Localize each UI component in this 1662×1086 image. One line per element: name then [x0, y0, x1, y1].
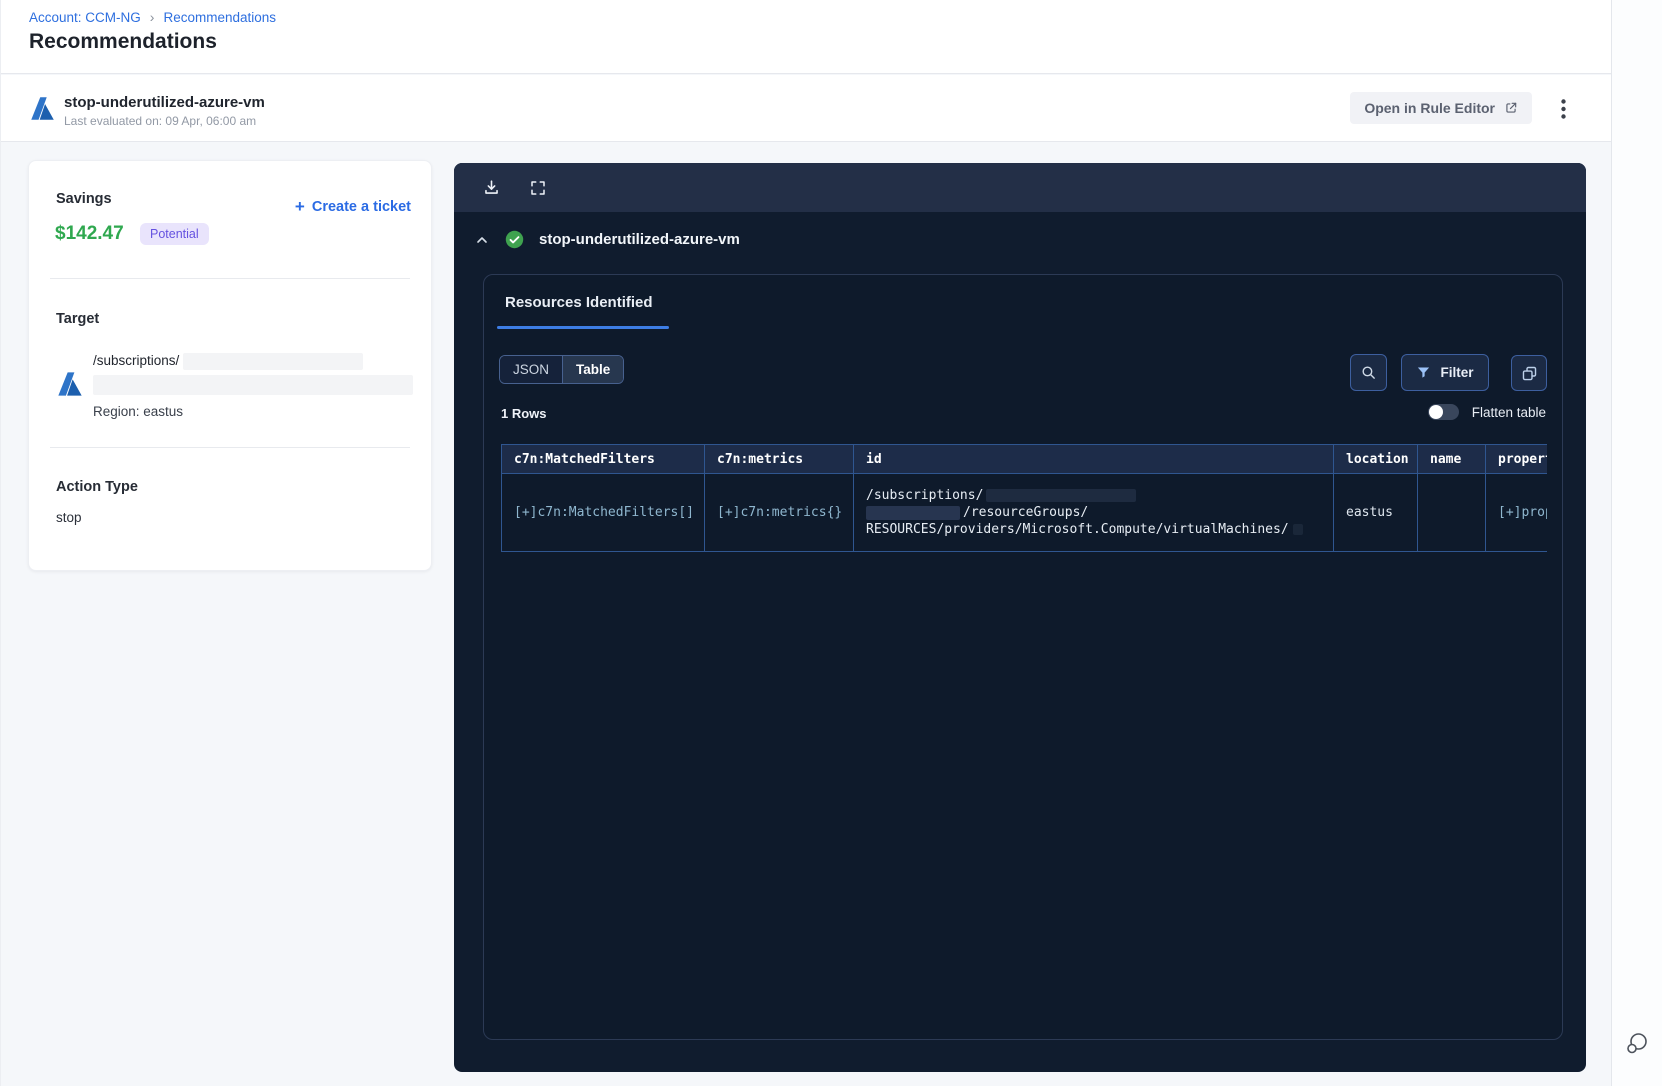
resources-identified-card: Resources Identified JSON Table Filter 1… [483, 274, 1563, 1040]
column-header-location: location [1333, 444, 1418, 474]
resources-table-wrap[interactable]: c7n:MatchedFilters c7n:metrics id locati… [501, 444, 1547, 552]
redacted-text [986, 489, 1137, 502]
breadcrumb: Account: CCM-NG › Recommendations [29, 9, 276, 25]
create-ticket-label: Create a ticket [311, 199, 411, 215]
filter-icon [1416, 365, 1431, 380]
redacted-text [93, 375, 413, 395]
action-type-label: Action Type [56, 479, 138, 495]
search-button[interactable] [1350, 354, 1387, 391]
open-in-rule-editor-button[interactable]: Open in Rule Editor [1350, 92, 1532, 124]
target-region: Region: eastus [93, 404, 184, 419]
viewer-resource-name: stop-underutilized-azure-vm [539, 231, 740, 248]
id-line-3: RESOURCES/providers/Microsoft.Compute/vi… [866, 521, 1321, 538]
chat-help-icon[interactable] [1624, 1030, 1650, 1056]
open-in-rule-editor-label: Open in Rule Editor [1364, 100, 1495, 116]
filter-button[interactable]: Filter [1401, 354, 1489, 391]
column-header-metrics: c7n:metrics [704, 444, 854, 474]
column-header-matched-filters: c7n:MatchedFilters [501, 444, 705, 474]
plus-icon: + [294, 197, 305, 216]
page: Account: CCM-NG › Recommendations Recomm… [0, 0, 1662, 1086]
target-path: /subscriptions/ [93, 353, 180, 369]
column-header-id: id [853, 444, 1334, 474]
cell-metrics-expander[interactable]: [+]c7n:metrics{} [704, 473, 854, 552]
action-type-value: stop [56, 510, 82, 525]
search-icon [1360, 364, 1377, 381]
flatten-table-label: Flatten table [1471, 404, 1546, 420]
create-ticket-button[interactable]: + Create a ticket [295, 197, 411, 217]
divider [50, 278, 410, 279]
cell-name [1417, 473, 1486, 552]
table-header-row: c7n:MatchedFilters c7n:metrics id locati… [501, 444, 1547, 474]
view-mode-json[interactable]: JSON [500, 356, 564, 383]
flatten-table-toggle[interactable] [1427, 404, 1459, 420]
recommendation-header: stop-underutilized-azure-vm Last evaluat… [1, 75, 1611, 142]
target-label: Target [56, 311, 100, 327]
row-count: 1 Rows [501, 406, 547, 421]
view-mode-table[interactable]: Table [563, 356, 624, 383]
viewer-resource-row: stop-underutilized-azure-vm [474, 230, 740, 249]
viewer-toolbar [454, 163, 1586, 212]
savings-amount: $142.47 [55, 223, 124, 244]
potential-badge: Potential [140, 223, 209, 245]
cell-matched-filters-expander[interactable]: [+]c7n:MatchedFilters[] [501, 473, 705, 552]
last-evaluated-text: Last evaluated on: 09 Apr, 06:00 am [64, 114, 257, 128]
tab-active-underline [497, 326, 669, 329]
cell-properties-expander[interactable]: [+]prop [1485, 473, 1547, 552]
redacted-text [866, 505, 960, 520]
resource-viewer-panel: stop-underutilized-azure-vm Resources Id… [454, 163, 1586, 1072]
tab-resources-identified[interactable]: Resources Identified [505, 294, 653, 311]
target-details: /subscriptions/ Region: eastus [93, 353, 413, 419]
savings-card: Savings + Create a ticket $142.47 Potent… [28, 160, 432, 571]
external-link-icon [1504, 101, 1518, 115]
recommendation-name: stop-underutilized-azure-vm [64, 94, 265, 111]
column-header-properties: propert [1485, 444, 1547, 474]
copy-icon [1521, 365, 1538, 382]
id-line-1: /subscriptions/ [866, 487, 1321, 504]
page-title: Recommendations [29, 30, 217, 53]
table-row: [+]c7n:MatchedFilters[] [+]c7n:metrics{}… [501, 473, 1547, 552]
toggle-knob [1428, 405, 1443, 419]
cell-id: /subscriptions/ /resourceGroups/ RESOURC… [853, 473, 1334, 552]
topbar: Account: CCM-NG › Recommendations Recomm… [1, 0, 1611, 74]
right-rail [1611, 0, 1662, 1086]
flatten-table-control: Flatten table [1427, 404, 1546, 420]
id-line-2: /resourceGroups/ [866, 504, 1321, 521]
divider [50, 447, 410, 448]
download-icon[interactable] [481, 178, 501, 198]
breadcrumb-separator-icon: › [149, 9, 155, 25]
chevron-up-icon[interactable] [474, 232, 490, 248]
filter-label: Filter [1440, 365, 1474, 380]
success-check-icon [505, 230, 524, 249]
redacted-text [183, 353, 364, 370]
view-mode-toggle: JSON Table [499, 355, 625, 384]
target-path-line: /subscriptions/ [93, 353, 413, 370]
redacted-text [1292, 524, 1303, 535]
fullscreen-icon[interactable] [528, 178, 548, 198]
main-content: Account: CCM-NG › Recommendations Recomm… [0, 0, 1611, 1086]
breadcrumb-recommendations-link[interactable]: Recommendations [163, 10, 276, 25]
cell-location: eastus [1333, 473, 1418, 552]
more-options-kebab-icon[interactable] [1551, 96, 1575, 122]
resources-table: c7n:MatchedFilters c7n:metrics id locati… [501, 444, 1547, 552]
breadcrumb-account-link[interactable]: Account: CCM-NG [29, 10, 141, 25]
column-header-name: name [1417, 444, 1486, 474]
copy-button[interactable] [1511, 355, 1547, 391]
savings-label: Savings [56, 191, 112, 207]
azure-icon [29, 95, 56, 122]
azure-icon [56, 370, 84, 398]
